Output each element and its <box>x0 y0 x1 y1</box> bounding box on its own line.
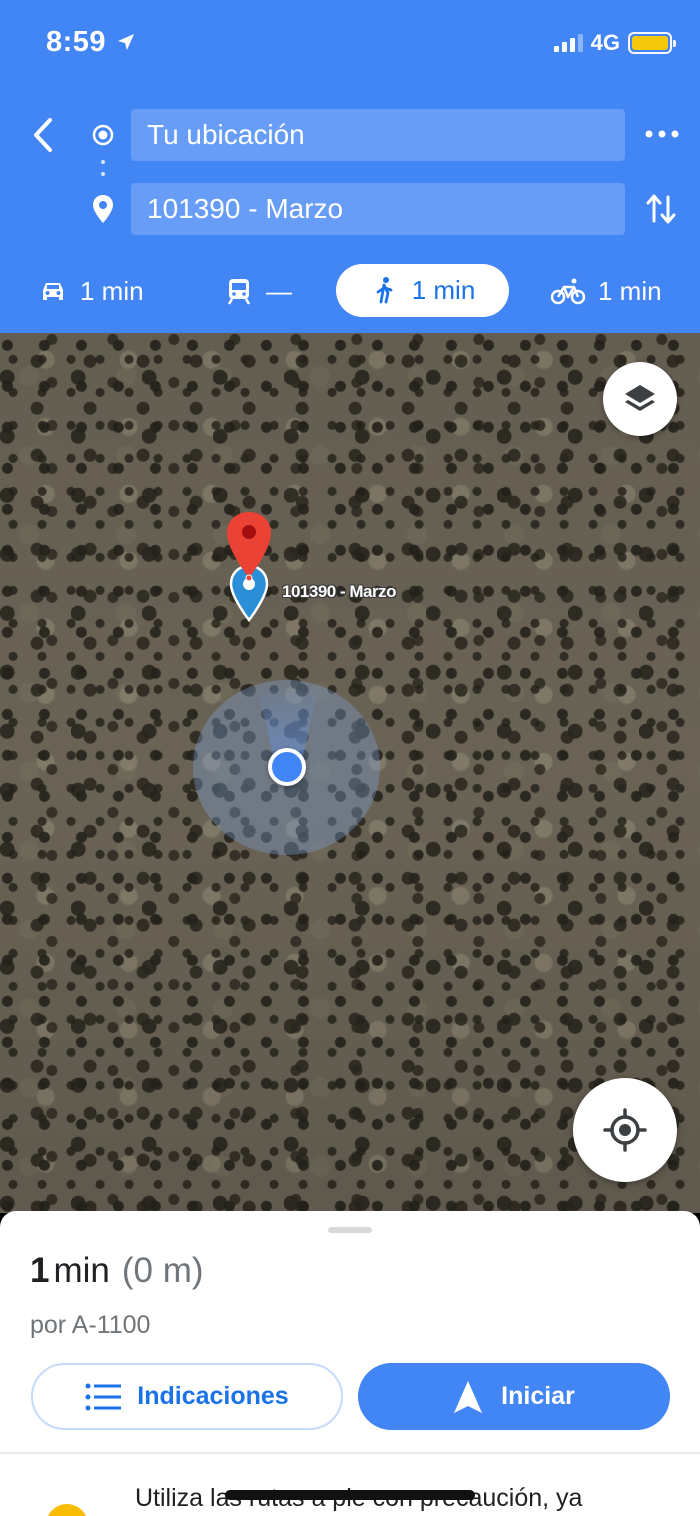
tab-drive[interactable]: 1 min <box>38 264 144 318</box>
directions-label: Indicaciones <box>137 1382 289 1410</box>
route-eta: 1 min (0 m) <box>30 1251 204 1291</box>
navigation-arrow-icon <box>454 1380 483 1413</box>
start-label: Iniciar <box>501 1382 575 1410</box>
signal-icon <box>553 34 583 52</box>
destination-field[interactable]: 101390 - Marzo <box>131 183 625 235</box>
route-via: por A-1100 <box>30 1311 151 1339</box>
home-indicator[interactable] <box>225 1490 475 1500</box>
bicycle-icon <box>550 278 586 305</box>
layers-button[interactable] <box>603 362 677 436</box>
directions-header: 8:59 4G Tu ubicación 101390 - Marzo 1 mi… <box>0 0 700 333</box>
battery-icon <box>628 32 676 54</box>
more-options-icon[interactable] <box>644 122 680 146</box>
crosshair-icon <box>603 1108 647 1152</box>
eta-unit: min <box>53 1251 110 1290</box>
status-time: 8:59 <box>46 26 107 58</box>
sheet-divider <box>0 1452 700 1454</box>
red-pin-icon[interactable] <box>225 510 273 582</box>
sheet-drag-handle[interactable] <box>328 1227 372 1233</box>
tab-walk[interactable]: 1 min <box>336 264 509 317</box>
tab-bike[interactable]: 1 min <box>550 264 662 318</box>
start-navigation-button[interactable]: Iniciar <box>358 1363 670 1430</box>
location-arrow-icon <box>118 34 134 50</box>
status-bar: 8:59 4G <box>0 0 700 90</box>
route-connector <box>101 160 105 182</box>
swap-icon[interactable] <box>645 191 677 227</box>
directions-list-button[interactable]: Indicaciones <box>31 1363 343 1430</box>
route-distance: (0 m) <box>121 1251 204 1290</box>
origin-field[interactable]: Tu ubicación <box>131 109 625 161</box>
walking-icon <box>376 276 393 303</box>
tab-bike-label: 1 min <box>598 275 662 306</box>
network-type: 4G <box>590 30 620 55</box>
status-indicators: 4G <box>553 30 676 56</box>
eta-value: 1 <box>30 1251 50 1290</box>
tab-transit[interactable]: — <box>224 264 292 318</box>
origin-icon <box>92 124 114 146</box>
back-arrow-icon[interactable] <box>24 112 64 158</box>
destination-pin-icon <box>93 195 113 223</box>
layers-icon <box>625 385 655 411</box>
tab-walk-label: 1 min <box>411 275 476 305</box>
list-icon <box>85 1383 122 1410</box>
my-location-button[interactable] <box>573 1078 677 1182</box>
warning-icon <box>46 1504 88 1516</box>
my-location-dot <box>268 748 306 786</box>
train-icon <box>227 279 251 305</box>
car-icon <box>43 283 63 300</box>
route-summary-sheet: 1 min (0 m) por A-1100 Indicaciones Inicia… <box>0 1211 700 1516</box>
tab-drive-label: 1 min <box>80 275 144 306</box>
map-destination-label: 101390 - Marzo <box>282 582 396 601</box>
travel-mode-tabs: 1 min — 1 min 1 min <box>0 264 700 320</box>
tab-transit-label: — <box>266 275 292 306</box>
